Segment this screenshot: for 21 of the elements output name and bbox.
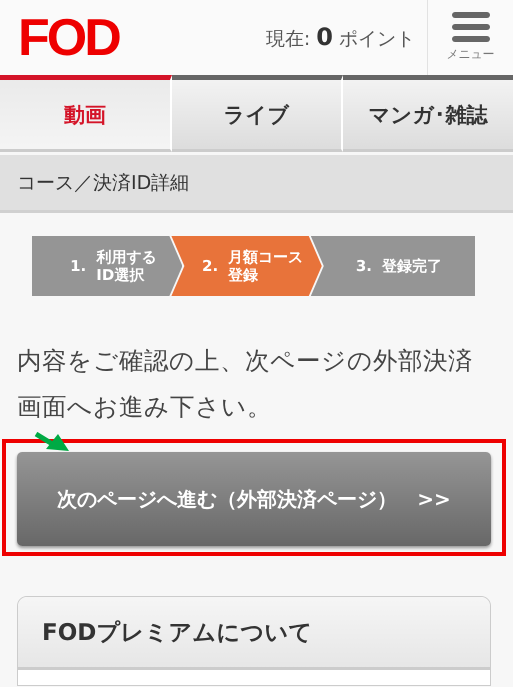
nav-tab[interactable]: 動画 (0, 75, 172, 152)
pointer-arrow (34, 432, 70, 452)
fod-logo[interactable]: FOD (18, 12, 119, 64)
card-title: FODプレミアムについて (42, 618, 312, 648)
points-value: 0 (316, 23, 333, 51)
step-label: 登録完了 (382, 257, 442, 275)
step-number: 3. (356, 257, 372, 275)
nav-tab[interactable]: マンガ･雑誌 (343, 75, 513, 152)
menu-icon (452, 12, 490, 42)
section-title: コース／決済ID詳細 (0, 152, 513, 213)
nav-tab[interactable]: ライブ (172, 75, 344, 152)
step-label: ID選択 (96, 266, 146, 284)
step-number: 1. (70, 257, 86, 275)
instruction-text: 内容をご確認の上、次ページの外部決済画面へお進み下さい。 (17, 345, 474, 423)
points-label: 現在: (266, 27, 310, 52)
step-label: 利用する (96, 248, 156, 266)
step-label: 月額コース (228, 248, 304, 266)
step-number: 2. (202, 257, 218, 275)
points-unit: ポイント (339, 27, 415, 52)
next-page-button[interactable]: 次のページへ進む（外部決済ページ） >> (17, 452, 491, 546)
step-label: 登録 (228, 266, 260, 284)
